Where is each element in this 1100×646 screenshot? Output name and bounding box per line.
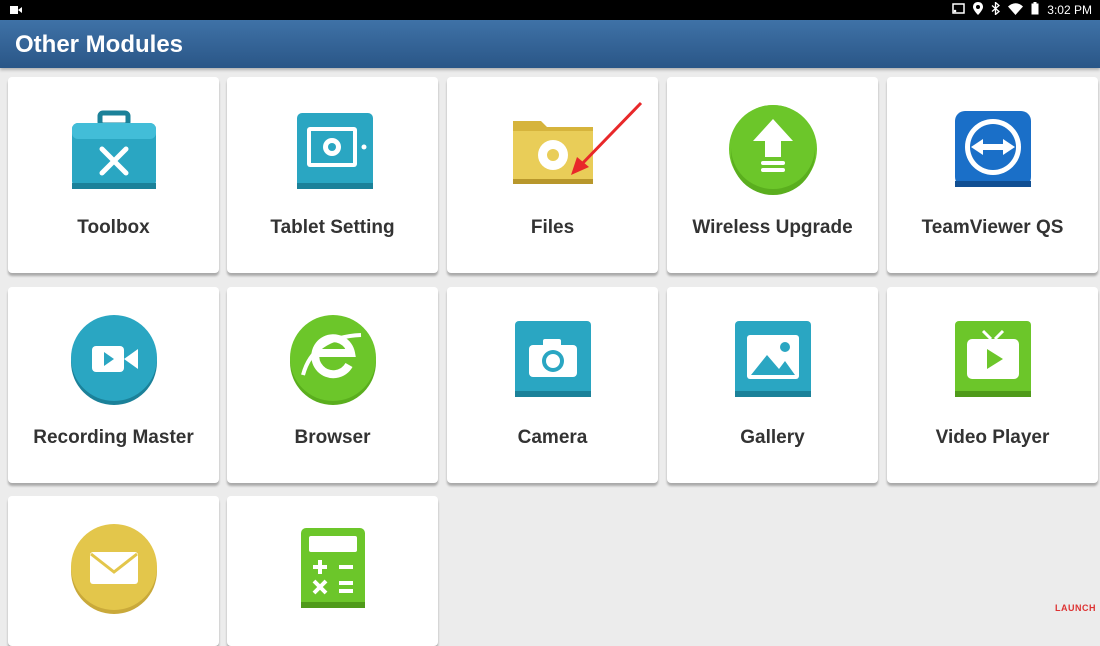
module-label: Tablet Setting xyxy=(270,217,395,238)
module-camera[interactable]: Camera xyxy=(447,287,658,483)
location-pin-icon xyxy=(973,2,984,18)
clock: 3:02 PM xyxy=(1047,3,1092,17)
video-camera-icon xyxy=(10,4,22,18)
wifi-icon xyxy=(1008,2,1024,18)
module-label: Files xyxy=(530,217,575,238)
module-label: Gallery xyxy=(740,427,805,448)
tablet-settings-icon xyxy=(297,113,373,189)
module-recording-master[interactable]: Recording Master xyxy=(8,287,219,483)
module-mail[interactable] xyxy=(8,496,219,646)
module-files[interactable]: Files xyxy=(447,77,658,273)
screen-cast-icon xyxy=(952,2,966,18)
module-label: Recording Master xyxy=(33,427,194,448)
gallery-image-icon xyxy=(735,321,811,397)
module-label: Wireless Upgrade xyxy=(692,217,853,238)
upload-arrow-icon xyxy=(729,105,817,195)
module-browser[interactable]: Browser xyxy=(227,287,438,483)
mail-envelope-icon xyxy=(71,524,157,614)
bluetooth-icon xyxy=(991,1,1001,18)
module-label: Camera xyxy=(517,427,588,448)
tv-play-icon xyxy=(955,321,1031,397)
battery-icon xyxy=(1031,2,1039,18)
module-video-player[interactable]: Video Player xyxy=(887,287,1098,483)
annotation-arrow xyxy=(571,101,643,175)
launch-watermark: LAUNCH xyxy=(1055,603,1096,613)
internet-browser-icon xyxy=(290,315,376,405)
module-wireless-upgrade[interactable]: Wireless Upgrade xyxy=(667,77,878,273)
module-label: Video Player xyxy=(935,427,1050,448)
toolbox-icon xyxy=(72,110,156,189)
module-label: Toolbox xyxy=(77,217,150,238)
status-bar: 3:02 PM xyxy=(0,0,1100,20)
module-label: Browser xyxy=(294,427,371,448)
header: Other Modules xyxy=(0,20,1100,68)
module-toolbox[interactable]: Toolbox xyxy=(8,77,219,273)
page-title: Other Modules xyxy=(15,31,184,58)
teamviewer-icon xyxy=(955,111,1031,187)
calculator-icon xyxy=(301,528,365,608)
module-tablet-setting[interactable]: Tablet Setting xyxy=(227,77,438,273)
modules-grid: Toolbox Tablet Setting Files Wireless Up… xyxy=(0,68,1100,646)
module-teamviewer-qs[interactable]: TeamViewer QS xyxy=(887,77,1098,273)
camera-icon xyxy=(515,321,591,397)
module-label: TeamViewer QS xyxy=(921,217,1064,238)
video-record-icon xyxy=(71,315,157,405)
module-gallery[interactable]: Gallery xyxy=(667,287,878,483)
module-calculator[interactable] xyxy=(227,496,438,646)
